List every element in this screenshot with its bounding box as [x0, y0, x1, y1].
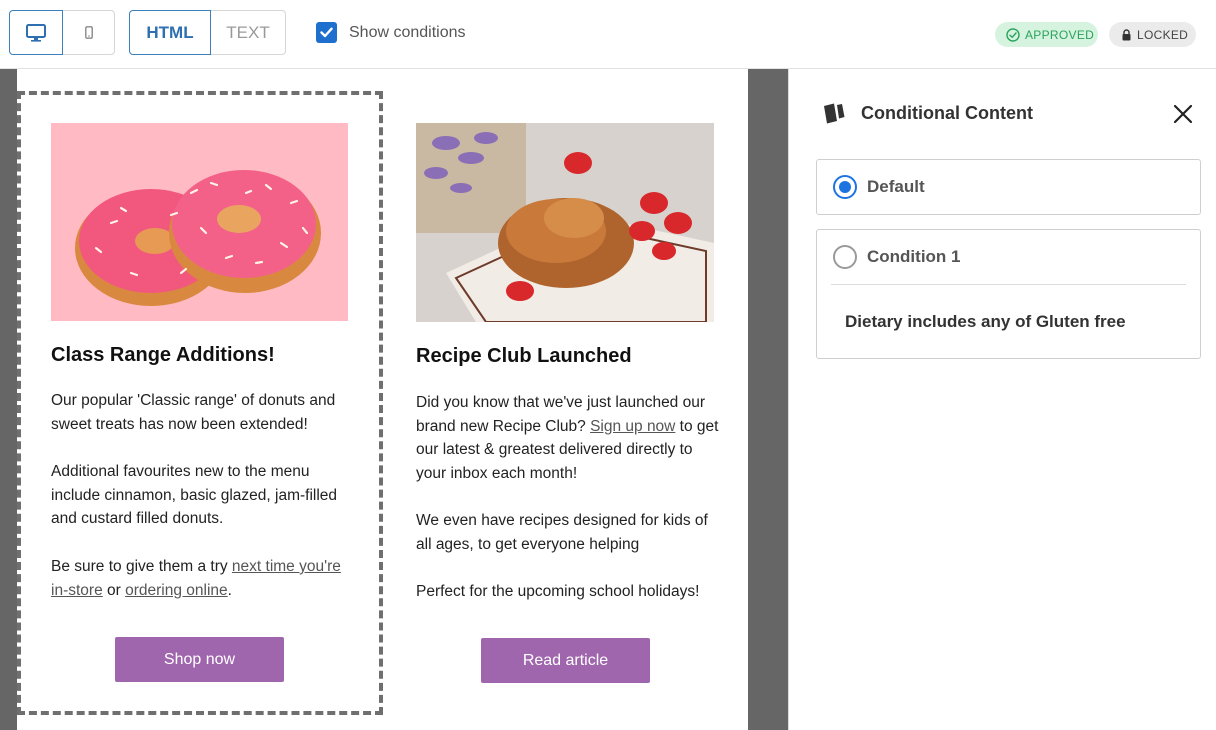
- desktop-view-button[interactable]: [9, 10, 63, 55]
- shop-now-button[interactable]: Shop now: [115, 637, 284, 682]
- divider: [831, 284, 1186, 285]
- column-1-paragraph-3: Be sure to give them a try next time you…: [51, 555, 351, 602]
- condition-option-1[interactable]: Condition 1 Dietary includes any of Glut…: [816, 229, 1201, 359]
- toolbar: HTML TEXT Show conditions APPROVED LOCKE…: [0, 0, 1216, 69]
- condition-option-default[interactable]: Default: [816, 159, 1201, 215]
- column-1-paragraph-1: Our popular 'Classic range' of donuts an…: [51, 392, 336, 433]
- email-canvas: Class Range Additions! Our popular 'Clas…: [0, 69, 788, 730]
- approved-label: APPROVED: [1025, 27, 1095, 42]
- desktop-icon: [26, 23, 46, 42]
- sign-up-now-link[interactable]: Sign up now: [590, 418, 675, 435]
- text-fragment: or: [102, 581, 126, 599]
- text-fragment: Be sure to give them a try: [51, 558, 232, 575]
- column-2-paragraph-3: Perfect for the upcoming school holidays…: [416, 583, 700, 600]
- panel-title: Conditional Content: [861, 103, 1033, 123]
- locked-badge: LOCKED: [1109, 22, 1196, 47]
- column-2-heading: Recipe Club Launched: [416, 345, 632, 367]
- column-2-paragraph-2: We even have recipes designed for kids o…: [416, 512, 708, 553]
- locked-label: LOCKED: [1137, 27, 1189, 42]
- radio-selected[interactable]: [833, 175, 857, 199]
- croissant-image: [416, 123, 714, 322]
- show-conditions-label: Show conditions: [349, 23, 466, 41]
- condition-rule: Dietary includes any of Gluten free: [845, 312, 1126, 331]
- close-icon[interactable]: [1171, 102, 1195, 126]
- check-icon: [320, 27, 333, 38]
- radio-unselected[interactable]: [833, 245, 857, 269]
- mobile-view-button[interactable]: [62, 10, 115, 55]
- conditional-content-panel: Conditional Content Default Condition 1 …: [788, 69, 1216, 730]
- option-label: Default: [867, 177, 925, 196]
- column-1-heading: Class Range Additions!: [51, 344, 275, 366]
- show-conditions-checkbox[interactable]: [316, 22, 337, 43]
- cards-icon: [824, 103, 845, 124]
- approved-badge: APPROVED: [995, 22, 1098, 47]
- show-conditions-toggle[interactable]: Show conditions: [316, 22, 466, 43]
- lock-icon: [1122, 28, 1131, 40]
- column-2-paragraph-1: Did you know that we've just launched ou…: [416, 391, 720, 485]
- option-label: Condition 1: [867, 247, 961, 266]
- email-body: Class Range Additions! Our popular 'Clas…: [17, 69, 748, 730]
- html-format-tab[interactable]: HTML: [129, 10, 211, 55]
- text-format-tab[interactable]: TEXT: [210, 10, 286, 55]
- check-circle-icon: [1006, 27, 1020, 42]
- read-article-button[interactable]: Read article: [481, 638, 650, 683]
- text-fragment: .: [227, 581, 232, 599]
- ordering-online-link[interactable]: ordering online: [125, 582, 228, 599]
- column-1-paragraph-2: Additional favourites new to the menu in…: [51, 463, 338, 527]
- mobile-icon: [84, 26, 93, 39]
- donuts-image: [51, 123, 348, 321]
